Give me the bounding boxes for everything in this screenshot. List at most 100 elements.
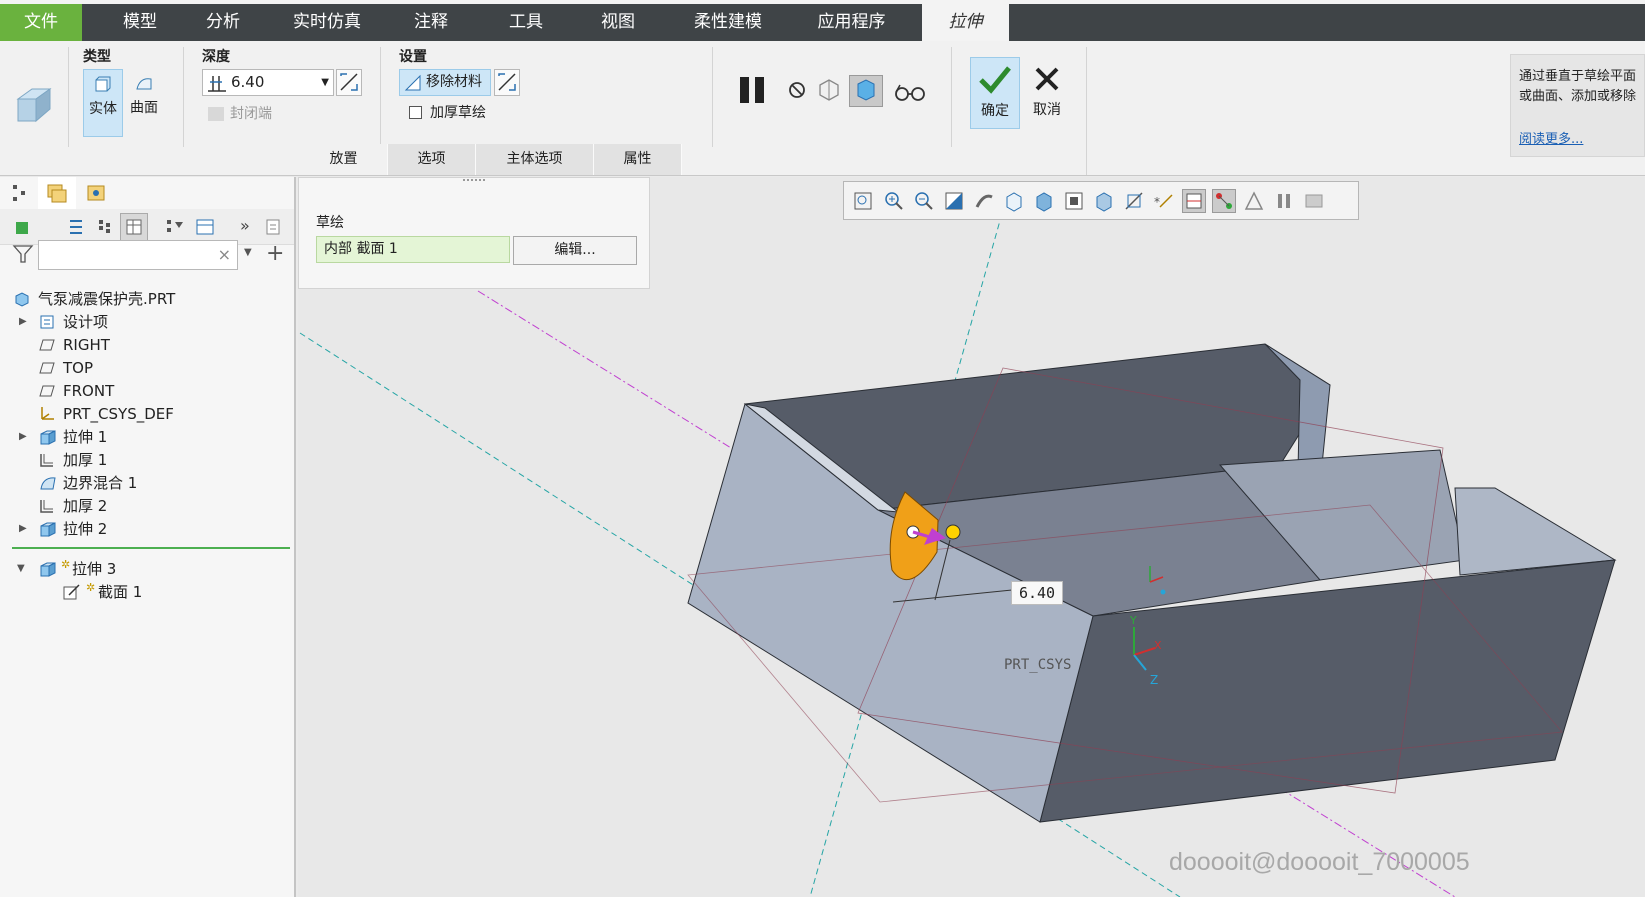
collapse-icon[interactable]: ▼ — [17, 558, 27, 574]
tab-placement[interactable]: 放置 — [300, 144, 388, 175]
menu-analysis[interactable]: 分析 — [183, 4, 263, 41]
saved-orientations-icon[interactable] — [1032, 189, 1056, 213]
verify-glasses-button[interactable] — [892, 77, 928, 105]
folder-browser-tab[interactable] — [38, 177, 76, 209]
zoom-out-icon[interactable] — [912, 189, 936, 213]
expand-icon[interactable]: ▶ — [19, 426, 29, 442]
read-more-link[interactable]: 阅读更多... — [1519, 128, 1583, 147]
section-icon[interactable] — [1122, 189, 1146, 213]
tree-item-label: RIGHT — [63, 336, 110, 354]
pause-regen-icon[interactable] — [1272, 189, 1296, 213]
add-filter-icon[interactable]: + — [266, 241, 284, 266]
menu-file[interactable]: 文件 — [0, 4, 82, 41]
panel-grip[interactable] — [463, 179, 485, 183]
remove-material-button[interactable]: 移除材料 — [399, 69, 491, 96]
menu-annotate[interactable]: 注释 — [391, 4, 471, 41]
menu-model[interactable]: 模型 — [100, 4, 180, 41]
no-preview-button[interactable] — [786, 79, 808, 101]
tree-item-boundary-blend-1[interactable]: 边界混合 1 — [0, 472, 290, 494]
tree-item-section-1[interactable]: ✲ 截面 1 — [0, 581, 290, 603]
tree-item-thicken-2[interactable]: 加厚 2 — [0, 495, 290, 517]
depth-dropdown-icon[interactable]: ▼ — [321, 70, 329, 95]
help-text-line1: 通过垂直于草绘平面 — [1519, 69, 1637, 84]
view-manager-icon[interactable] — [1062, 189, 1086, 213]
cancel-button[interactable]: 取消 — [1022, 57, 1072, 129]
search-dropdown-icon[interactable]: ▼ — [244, 247, 252, 258]
depth-dimension-label[interactable]: 6.40 — [1011, 581, 1063, 605]
ok-button[interactable]: 确定 — [970, 57, 1020, 129]
datum-display-icon[interactable]: * — [1152, 189, 1176, 213]
tab-body-options[interactable]: 主体选项 — [476, 144, 594, 175]
menu-extrude-tab[interactable]: 拉伸 — [922, 4, 1009, 41]
tree-item-design-items[interactable]: ▶ 设计项 — [0, 311, 290, 333]
more-icon[interactable]: » — [240, 216, 250, 235]
tree-list-icon[interactable] — [66, 218, 84, 240]
tree-columns-icon[interactable] — [96, 218, 114, 240]
surface-button[interactable]: 曲面 — [124, 69, 164, 137]
expand-icon[interactable]: ▶ — [19, 311, 29, 327]
annotation-display-icon[interactable] — [1212, 189, 1236, 213]
perspective-icon[interactable] — [1092, 189, 1116, 213]
feature-preview-button[interactable] — [849, 75, 883, 107]
depth-input[interactable]: 6.40 ▼ — [202, 69, 334, 96]
tree-item-top-plane[interactable]: TOP — [0, 357, 290, 379]
edit-sketch-button[interactable]: 编辑... — [513, 236, 637, 265]
tree-item-label: FRONT — [63, 382, 115, 400]
datum-filter-icon[interactable] — [1182, 189, 1206, 213]
thicken-sketch-checkbox[interactable] — [409, 106, 422, 119]
refit-icon[interactable] — [851, 189, 875, 213]
menu-view[interactable]: 视图 — [578, 4, 658, 41]
flip-depth-direction-button[interactable] — [336, 69, 362, 96]
toolbar-more-icon[interactable] — [1302, 189, 1326, 213]
display-style-icon[interactable] — [1002, 189, 1026, 213]
model-tree-tab[interactable] — [0, 177, 38, 209]
menu-tools[interactable]: 工具 — [486, 4, 566, 41]
favorites-tab[interactable] — [78, 177, 116, 209]
tree-settings-icon[interactable] — [195, 218, 215, 240]
simulation-icon[interactable] — [1242, 189, 1266, 213]
repaint-icon[interactable] — [942, 189, 966, 213]
funnel-icon[interactable] — [12, 243, 34, 269]
tree-item-label: 拉伸 2 — [63, 520, 108, 538]
geometry-preview-button[interactable] — [816, 77, 842, 103]
sketch-collector[interactable]: 内部 截面 1 — [316, 236, 510, 263]
clear-search-icon[interactable]: × — [218, 245, 231, 264]
menu-realtime-sim[interactable]: 实时仿真 — [278, 4, 376, 41]
tree-item-thicken-1[interactable]: 加厚 1 — [0, 449, 290, 471]
capped-ends-option[interactable]: 封闭端 — [208, 103, 272, 123]
solid-label: 实体 — [89, 101, 117, 117]
placement-panel: 草绘 内部 截面 1 编辑... — [298, 177, 650, 289]
tree-item-extrude-1[interactable]: ▶ 拉伸 1 — [0, 426, 290, 448]
expand-icon[interactable]: ▶ — [19, 518, 29, 534]
depth-drag-handle[interactable] — [945, 524, 961, 540]
settings-group-label: 设置 — [399, 49, 427, 65]
tab-options[interactable]: 选项 — [388, 144, 476, 175]
flip-material-side-button[interactable] — [494, 69, 520, 96]
tree-item-extrude-2[interactable]: ▶ 拉伸 2 — [0, 518, 290, 540]
menu-applications[interactable]: 应用程序 — [799, 4, 904, 41]
ribbon-separator — [68, 47, 69, 147]
remove-material-label: 移除材料 — [426, 74, 482, 90]
remove-material-icon — [404, 72, 422, 101]
tree-item-csys[interactable]: PRT_CSYS_DEF — [0, 403, 290, 425]
tree-search-input[interactable]: × — [38, 240, 238, 270]
layers-icon[interactable] — [14, 218, 32, 240]
checkmark-icon — [977, 64, 1013, 100]
insert-here-indicator[interactable] — [12, 547, 290, 549]
tree-table-icon[interactable] — [120, 213, 148, 241]
show-icon[interactable] — [264, 218, 282, 240]
menu-flexible-modeling[interactable]: 柔性建模 — [678, 4, 778, 41]
tab-properties[interactable]: 属性 — [594, 144, 682, 175]
ok-label: 确定 — [981, 103, 1009, 119]
tree-filter-icon[interactable] — [165, 218, 185, 240]
tree-root[interactable]: 气泵减震保护壳.PRT — [0, 288, 290, 310]
datum-plane-icon — [39, 337, 55, 359]
tree-item-extrude-3[interactable]: ▼ ✲ 拉伸 3 — [0, 558, 290, 580]
spin-center-icon[interactable] — [972, 189, 996, 213]
tree-item-front-plane[interactable]: FRONT — [0, 380, 290, 402]
zoom-in-icon[interactable] — [882, 189, 906, 213]
solid-icon — [94, 76, 112, 98]
pause-button[interactable] — [738, 75, 768, 105]
solid-button[interactable]: 实体 — [83, 69, 123, 137]
tree-item-right-plane[interactable]: RIGHT — [0, 334, 290, 356]
